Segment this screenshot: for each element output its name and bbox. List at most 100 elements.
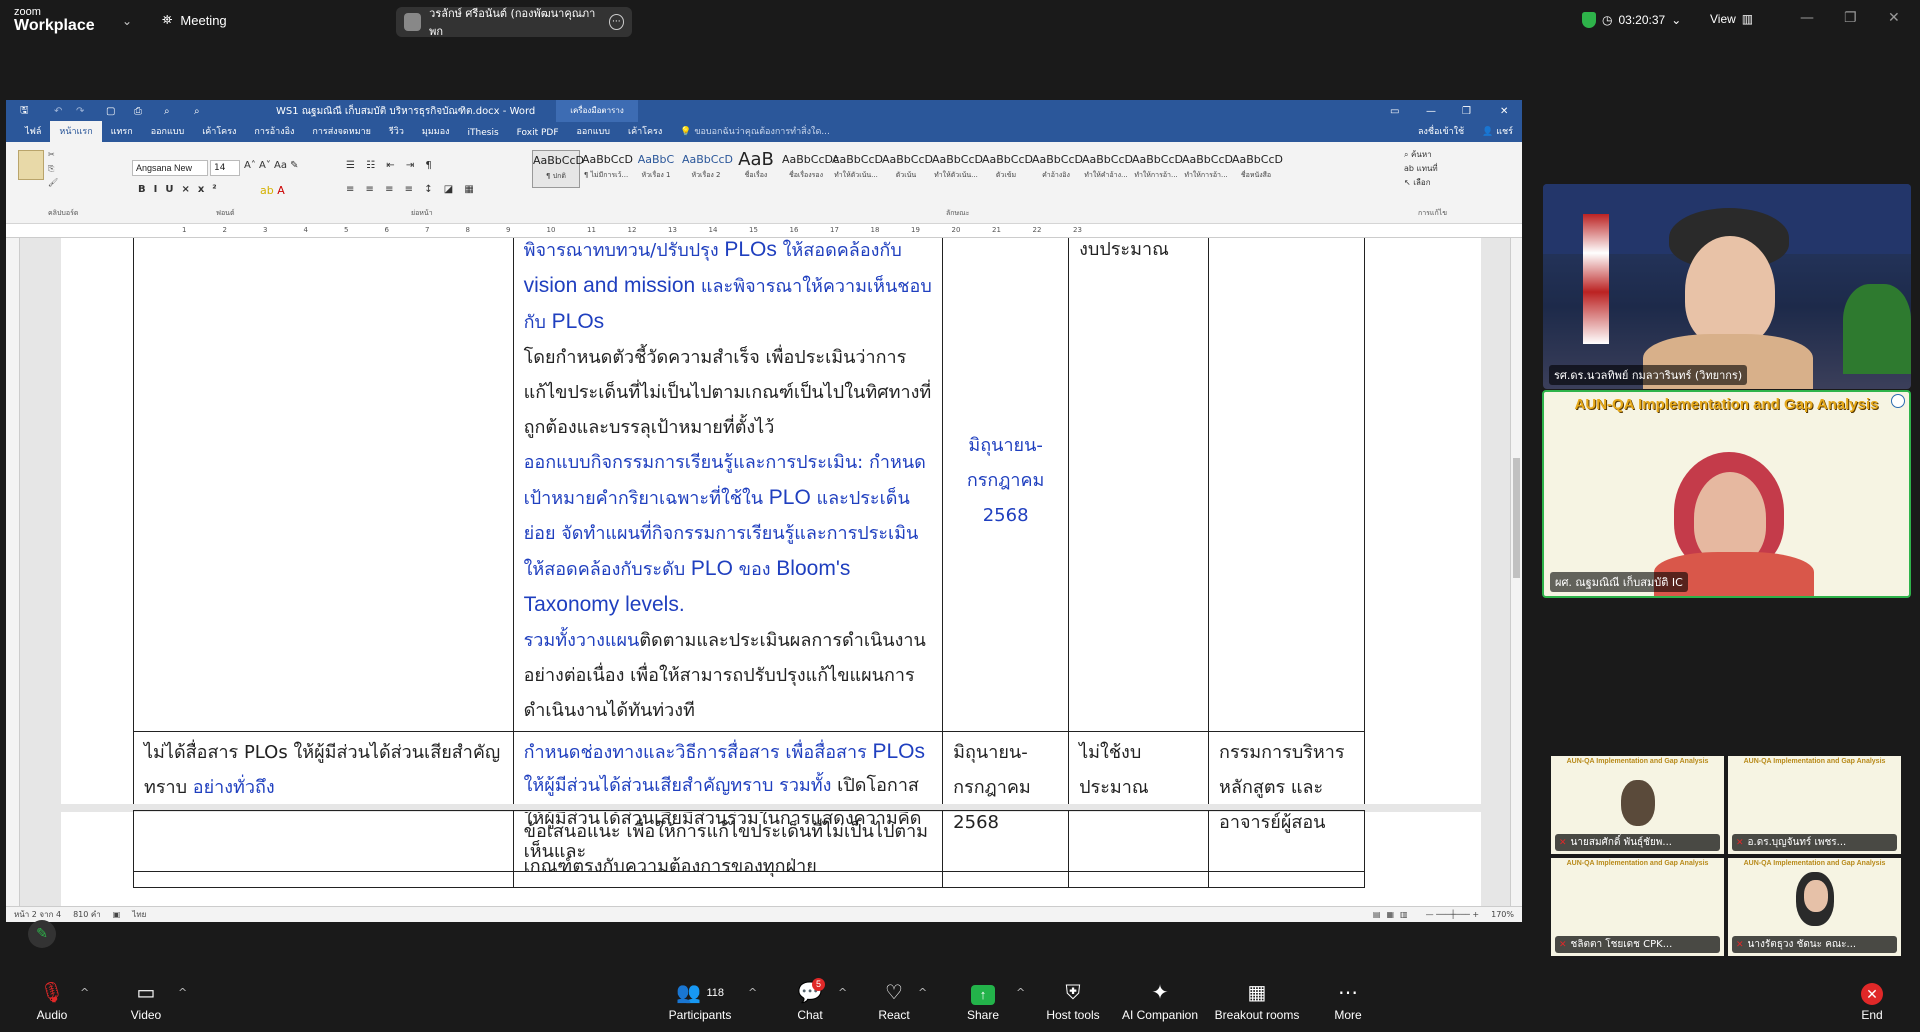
sign-in-link[interactable]: ลงชื่อเข้าใช้ (1409, 121, 1473, 142)
table-cell[interactable] (1068, 810, 1210, 888)
tab-file[interactable]: ไฟล์ (16, 121, 50, 142)
table-cell[interactable] (1208, 238, 1365, 732)
style-gallery-item[interactable]: AaBbCcDc ชื่อเรื่องรอง (782, 150, 839, 188)
audio-button[interactable]: 🎙 Audio (30, 980, 74, 1022)
tab-table-layout[interactable]: เค้าโครง (619, 121, 671, 142)
tab-review[interactable]: รีวิว (380, 121, 413, 142)
style-gallery-item[interactable]: AaBbCcD ทำให้ตัวเน้น... (832, 150, 883, 188)
view-menu[interactable]: View ▥ (1710, 12, 1753, 26)
style-gallery-item[interactable]: AaBbCcD ชื่อหนังสือ (1232, 150, 1283, 188)
paragraph-align-buttons[interactable]: ≡ ≡ ≡ ≡ ↕ ◪ ▦ (346, 184, 478, 195)
share-options-caret[interactable]: ^ (1016, 986, 1025, 999)
tab-references[interactable]: การอ้างอิง (245, 121, 303, 142)
select-button[interactable]: ↖ เลือก (1404, 176, 1438, 190)
style-gallery-item[interactable]: AaBbCcD ¶ ปกติ (532, 150, 584, 188)
video-tile-speaker[interactable]: รศ.ดร.นวลทิพย์ กมลวารินทร์ (วิทยากร) (1543, 184, 1911, 389)
restore-icon[interactable]: ❐ (1462, 106, 1471, 117)
font-color-icons[interactable]: ab A (260, 184, 285, 197)
font-size-select[interactable]: 14 (210, 160, 240, 176)
vertical-ruler[interactable] (6, 238, 20, 907)
font-grow-shrink[interactable]: A˄ A˅ Aa ✎ (244, 160, 299, 171)
style-gallery-item[interactable]: AaBbCcD คำอ้างอิง (1032, 150, 1083, 188)
document-area[interactable]: พิจารณาทบทวน/ปรับปรุง PLOs ให้สอดคล้องกั… (6, 238, 1522, 907)
active-speaker-pill[interactable]: วรลักษ์ ศรีอนันต์ (กองพัฒนาคุณภาพก ··· (396, 7, 632, 38)
pin-icon[interactable] (1891, 394, 1905, 408)
tab-view[interactable]: มุมมอง (413, 121, 459, 142)
chevron-down-icon[interactable]: ⌄ (122, 14, 132, 28)
style-gallery-item[interactable]: AaBbCcD ตัวเข้ม (982, 150, 1033, 188)
redo-icon[interactable]: ↷ (76, 106, 84, 117)
editing-group[interactable]: ⌕ ค้นหา ab แทนที่ ↖ เลือก (1404, 148, 1438, 190)
thumbnail-tile[interactable]: AUN-QA Implementation and Gap Analysis ✕… (1728, 858, 1901, 956)
tab-mailings[interactable]: การส่งจดหมาย (303, 121, 380, 142)
print-icon[interactable]: ⎙ (134, 106, 142, 117)
table-cell[interactable] (1208, 810, 1365, 888)
host-tools-button[interactable]: ⛨ Host tools (1040, 980, 1106, 1022)
save-icon[interactable]: 🖫 (20, 103, 29, 120)
tab-table-design[interactable]: ออกแบบ (568, 121, 620, 142)
status-words[interactable]: 810 คำ (73, 908, 101, 921)
style-gallery-item[interactable]: AaBbCcD ตัวเน้น (882, 150, 933, 188)
style-gallery-item[interactable]: AaBbCcD ทำให้คำอ้าง... (1082, 150, 1133, 188)
close-icon[interactable]: ✕ (1888, 10, 1900, 26)
annotate-pen-icon[interactable]: ✎ (28, 920, 56, 948)
table-cell[interactable] (942, 810, 1070, 888)
react-button[interactable]: ♡ React (874, 980, 914, 1022)
status-page[interactable]: หน้า 2 จาก 4 (14, 908, 61, 921)
end-meeting-button[interactable]: ✕ End (1852, 980, 1892, 1022)
minimize-icon[interactable]: — (1426, 106, 1436, 117)
status-zoom[interactable]: 170% (1491, 910, 1522, 919)
replace-button[interactable]: ab แทนที่ (1404, 162, 1438, 176)
minimize-icon[interactable]: — (1800, 10, 1814, 26)
share-button[interactable]: ↑ Share (962, 980, 1004, 1022)
vertical-scrollbar[interactable] (1510, 238, 1522, 907)
style-gallery-item[interactable]: AaBbCcD หัวเรื่อง 2 (682, 150, 733, 188)
table-cell[interactable]: งบประมาณ (1068, 238, 1210, 732)
chat-options-caret[interactable]: ^ (838, 986, 847, 999)
table-cell[interactable] (133, 810, 514, 888)
ribbon-options-icon[interactable]: ▭ (1390, 106, 1399, 117)
style-gallery-item[interactable]: AaB ชื่อเรื่อง (732, 150, 780, 188)
table-cell[interactable] (133, 238, 514, 732)
scroll-thumb[interactable] (1513, 458, 1520, 578)
font-format-buttons[interactable]: BIU×x² (138, 184, 225, 195)
participants-options-caret[interactable]: ^ (748, 986, 757, 999)
meeting-menu[interactable]: ⛯ Meeting (162, 12, 227, 28)
tab-ithesis[interactable]: iThesis (459, 125, 508, 142)
zoom-icon[interactable]: ⌕ (194, 106, 200, 117)
status-language[interactable]: ไทย (132, 908, 146, 921)
style-gallery-item[interactable]: AaBbC หัวเรื่อง 1 (632, 150, 680, 188)
table-cell[interactable]: มิถุนายน-กรกฎาคม 2568 (942, 238, 1070, 732)
more-button[interactable]: ⋯ More (1326, 980, 1370, 1022)
security-timer[interactable]: ◷ 03:20:37 ⌄ (1582, 12, 1681, 28)
view-buttons[interactable]: ▤▦▥ (1373, 910, 1414, 919)
tab-layout[interactable]: เค้าโครง (193, 121, 245, 142)
horizontal-ruler[interactable]: 1 2 3 4 5 6 7 8 9 10 11 12 13 14 15 16 17 18 19 20 21 22 23 (6, 224, 1522, 238)
participants-button[interactable]: 👥 118 Participants (664, 980, 736, 1022)
table-cell[interactable]: ข้อเสนอแนะ เพื่อให้การแก้ไขประเด็นที่ไม่… (512, 810, 944, 888)
tab-home[interactable]: หน้าแรก (50, 121, 102, 142)
undo-icon[interactable]: ↶ (54, 106, 62, 117)
tab-foxit[interactable]: Foxit PDF (508, 125, 568, 142)
more-options-icon[interactable]: ··· (608, 14, 624, 30)
table-cell[interactable]: พิจารณาทบทวน/ปรับปรุง PLOs ให้สอดคล้องกั… (512, 238, 944, 732)
paragraph-list-buttons[interactable]: ☰ ☷ ⇤ ⇥ ¶ (346, 160, 436, 171)
tab-insert[interactable]: แทรก (102, 121, 142, 142)
font-name-select[interactable]: Angsana New (132, 160, 208, 176)
paste-icon[interactable] (18, 150, 44, 180)
style-gallery-item[interactable]: AaBbCcD ทำให้การอ้า... (1132, 150, 1183, 188)
thumbnail-tile[interactable]: AUN-QA Implementation and Gap Analysis ✕… (1551, 756, 1724, 854)
chat-button[interactable]: 💬 5 Chat (790, 978, 830, 1022)
ai-companion-button[interactable]: ✦ AI Companion (1118, 980, 1202, 1022)
preview-icon[interactable]: ⌕ (164, 106, 170, 117)
tab-design[interactable]: ออกแบบ (142, 121, 194, 142)
find-button[interactable]: ⌕ ค้นหา (1404, 148, 1438, 162)
tell-me-box[interactable]: 💡 ขอบอกฉันว่าคุณต้องการทำสิ่งใด... (671, 121, 839, 142)
video-tile-active[interactable]: AUN-QA Implementation and Gap Analysis ผ… (1542, 390, 1911, 598)
close-icon[interactable]: ✕ (1500, 106, 1508, 117)
breakout-rooms-button[interactable]: ▦ Breakout rooms (1212, 980, 1302, 1022)
document-page[interactable]: พิจารณาทบทวน/ปรับปรุง PLOs ให้สอดคล้องกั… (61, 238, 1481, 907)
new-doc-icon[interactable]: ▢ (106, 106, 115, 117)
style-gallery-item[interactable]: AaBbCcD ทำให้การอ้า... (1182, 150, 1233, 188)
thumbnail-tile[interactable]: AUN-QA Implementation and Gap Analysis ✕… (1728, 756, 1901, 854)
